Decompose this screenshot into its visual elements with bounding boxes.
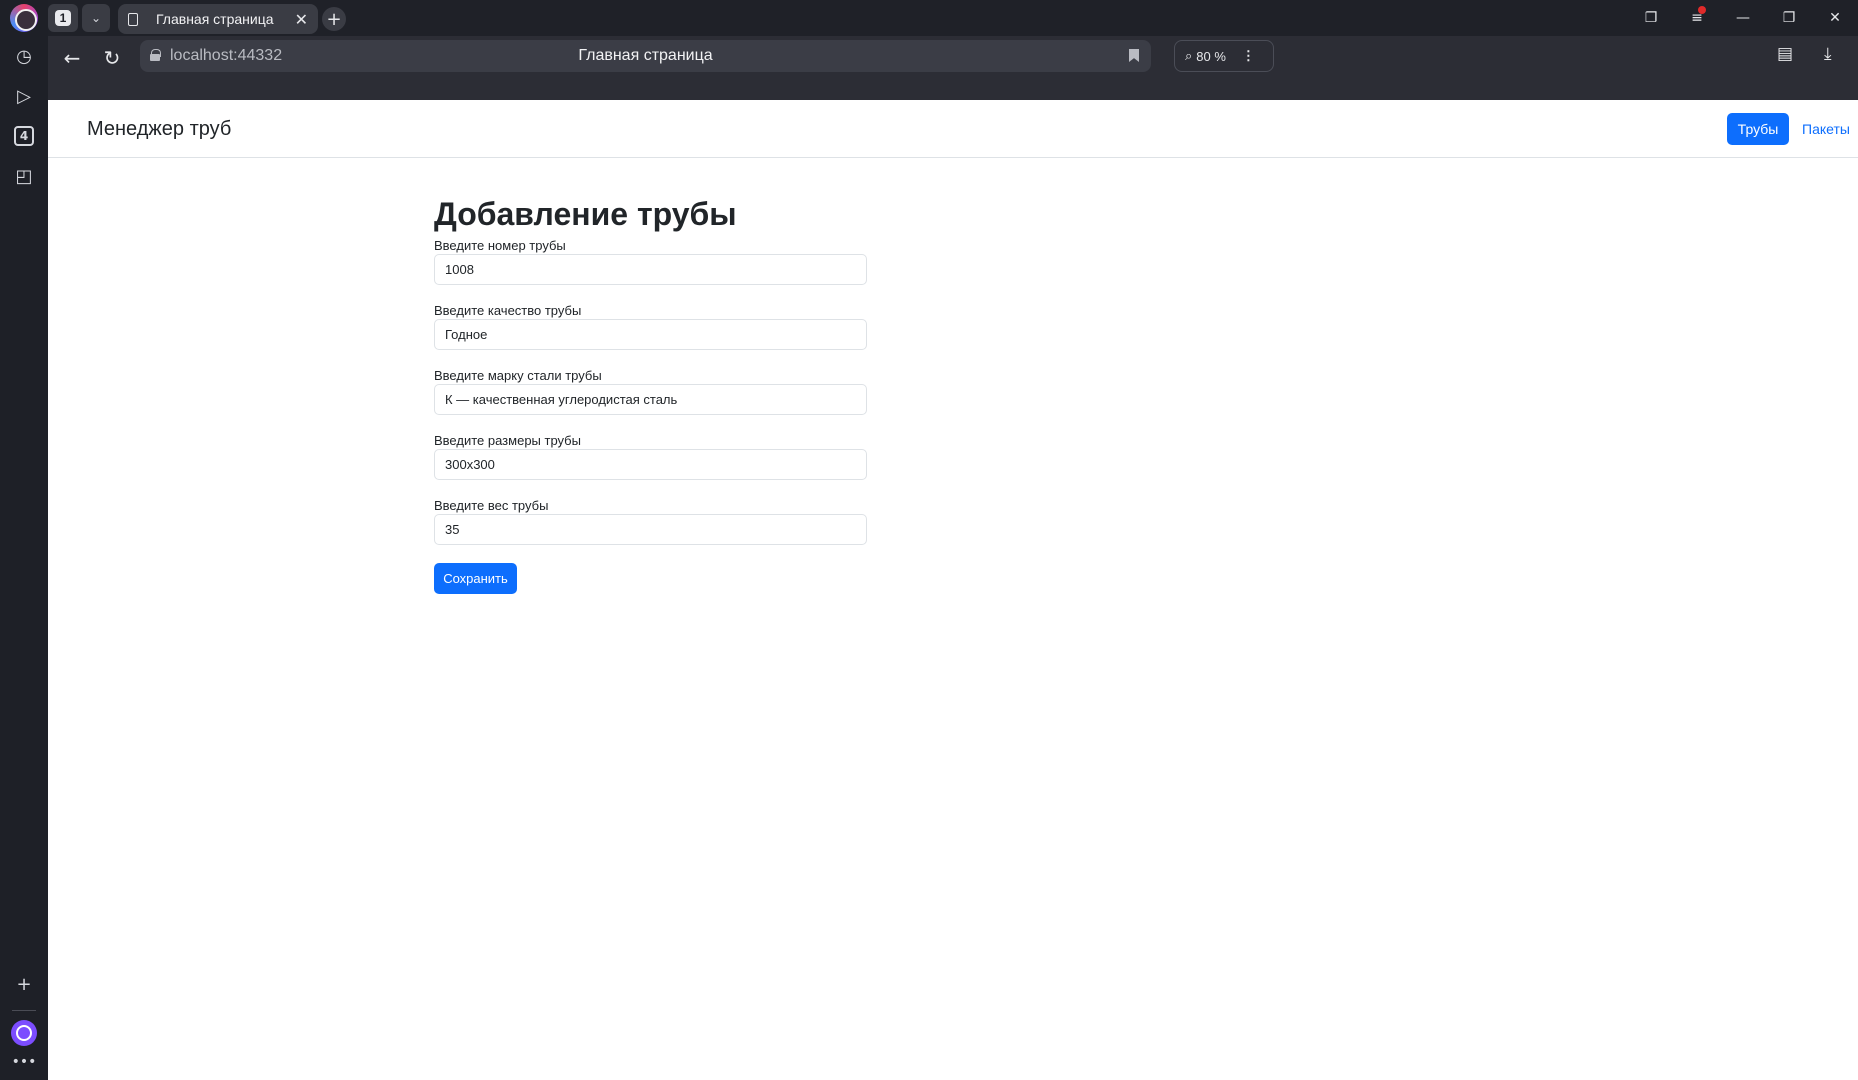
screenshot-icon[interactable]: ◰ (10, 162, 38, 190)
close-icon[interactable]: ✕ (295, 10, 308, 29)
sidebar-divider (12, 1010, 36, 1011)
tab-count: 1 (55, 10, 71, 26)
pipe-weight-input[interactable] (434, 514, 867, 545)
bookmarks-icon[interactable]: ❐ (1628, 10, 1674, 26)
nav-link-pipes[interactable]: Трубы (1727, 113, 1789, 145)
form-group: Введите качество трубы (434, 303, 867, 350)
save-button[interactable]: Сохранить (434, 563, 517, 594)
pipe-size-input[interactable] (434, 449, 867, 480)
more-vertical-icon[interactable]: ⋮ (1242, 48, 1255, 64)
new-tab-button[interactable]: + (322, 7, 346, 31)
zoom-level: 80 % (1196, 48, 1226, 64)
tab-title: Главная страница (156, 11, 274, 27)
url-field[interactable]: localhost:44332 Главная страница (140, 40, 1151, 72)
steel-grade-label: Введите марку стали трубы (434, 368, 602, 383)
web-page: Менеджер труб Трубы Пакеты Добавление тр… (48, 100, 1858, 1080)
window-controls: ❐ ≡ — ❐ ✕ (1628, 0, 1858, 36)
pipe-quality-input[interactable] (434, 319, 867, 350)
close-window-icon[interactable]: ✕ (1812, 10, 1858, 26)
chevron-down-icon[interactable]: ⌄ (82, 4, 110, 32)
form-title: Добавление трубы (434, 196, 737, 232)
document-icon (128, 12, 138, 26)
pipe-weight-label: Введите вес трубы (434, 498, 549, 513)
menu-icon[interactable]: ≡ (1674, 6, 1720, 26)
address-bar: ← ↻ localhost:44332 Главная страница ⌕ 8… (48, 36, 1858, 100)
history-icon[interactable]: ◷ (10, 42, 38, 70)
tab-active[interactable]: Главная страница ✕ (118, 4, 318, 34)
download-icon[interactable]: ⤓ (1824, 44, 1832, 64)
add-pipe-form: Добавление трубы Введите номер трубы Вве… (434, 196, 867, 594)
minimize-icon[interactable]: — (1720, 10, 1766, 26)
reading-mode-icon[interactable]: ▤ (1777, 44, 1793, 64)
back-arrow-icon[interactable]: ← (56, 42, 88, 74)
brand[interactable]: Менеджер труб (87, 118, 231, 141)
form-group: Введите марку стали трубы (434, 368, 867, 415)
form-group: Введите размеры трубы (434, 433, 867, 480)
steel-grade-input[interactable] (434, 384, 867, 415)
pipe-quality-label: Введите качество трубы (434, 303, 582, 318)
more-icon[interactable]: ••• (10, 1048, 38, 1076)
zoom-control[interactable]: ⌕ 80 % ⋮ (1174, 40, 1274, 72)
zoom-icon: ⌕ (1185, 48, 1193, 64)
assistant-icon[interactable] (11, 1020, 37, 1046)
browser-sidebar: ◷ ▷ 4 ◰ + ••• (0, 0, 48, 1080)
reload-icon[interactable]: ↻ (96, 42, 128, 74)
add-panel-icon[interactable]: + (10, 970, 38, 998)
form-group: Введите вес трубы (434, 498, 867, 545)
site-navbar: Менеджер труб Трубы Пакеты (48, 100, 1858, 158)
notification-dot (1698, 6, 1706, 14)
nav-link-packages[interactable]: Пакеты (1802, 121, 1850, 137)
pipe-number-label: Введите номер трубы (434, 238, 566, 253)
pipe-number-input[interactable] (434, 254, 867, 285)
collections-badge-icon[interactable]: 4 (14, 126, 34, 146)
tab-counter[interactable]: 1 (48, 4, 78, 32)
video-player-icon[interactable]: ▷ (10, 82, 38, 110)
pipe-size-label: Введите размеры трубы (434, 433, 581, 448)
form-group: Введите номер трубы (434, 238, 867, 285)
restore-icon[interactable]: ❐ (1766, 10, 1812, 26)
profile-avatar[interactable] (10, 4, 38, 32)
tab-bar: 1 ⌄ Главная страница ✕ + ❐ ≡ — ❐ ✕ (48, 0, 1858, 36)
page-title-in-bar: Главная страница (578, 47, 713, 64)
